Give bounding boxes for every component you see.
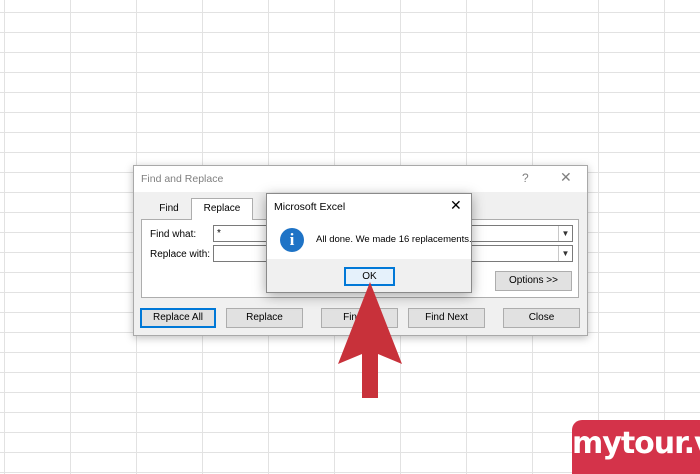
message-box-body: i All done. We made 16 replacements. (267, 220, 472, 259)
watermark-logo: mytour.vn (572, 420, 700, 474)
red-arrow-annotation (338, 282, 402, 398)
help-icon[interactable]: ? (522, 171, 529, 185)
info-icon: i (280, 228, 304, 252)
replace-all-button[interactable]: Replace All (140, 308, 216, 328)
find-what-label: Find what: (150, 229, 197, 240)
find-replace-titlebar: Find and Replace ? ✕ (134, 166, 587, 192)
close-icon[interactable]: ✕ (450, 197, 462, 214)
message-text: All done. We made 16 replacements. (316, 234, 472, 245)
find-what-value: * (217, 228, 221, 239)
close-icon[interactable]: ✕ (560, 169, 572, 186)
excel-message-box: Microsoft Excel ✕ i All done. We made 16… (266, 193, 472, 293)
tab-replace[interactable]: Replace (191, 198, 253, 220)
find-replace-title: Find and Replace (141, 173, 224, 185)
watermark-text: mytour.vn (572, 426, 700, 461)
message-box-titlebar: Microsoft Excel ✕ (267, 194, 471, 220)
chevron-down-icon[interactable]: ▼ (558, 246, 572, 261)
chevron-down-icon[interactable]: ▼ (558, 226, 572, 241)
find-next-button[interactable]: Find Next (408, 308, 485, 328)
tab-find[interactable]: Find (147, 200, 191, 218)
options-button[interactable]: Options >> (495, 271, 572, 291)
replace-button[interactable]: Replace (226, 308, 303, 328)
replace-with-label: Replace with: (150, 249, 211, 260)
message-box-title: Microsoft Excel (274, 201, 346, 213)
close-button[interactable]: Close (503, 308, 580, 328)
arrow-shape (338, 282, 402, 398)
